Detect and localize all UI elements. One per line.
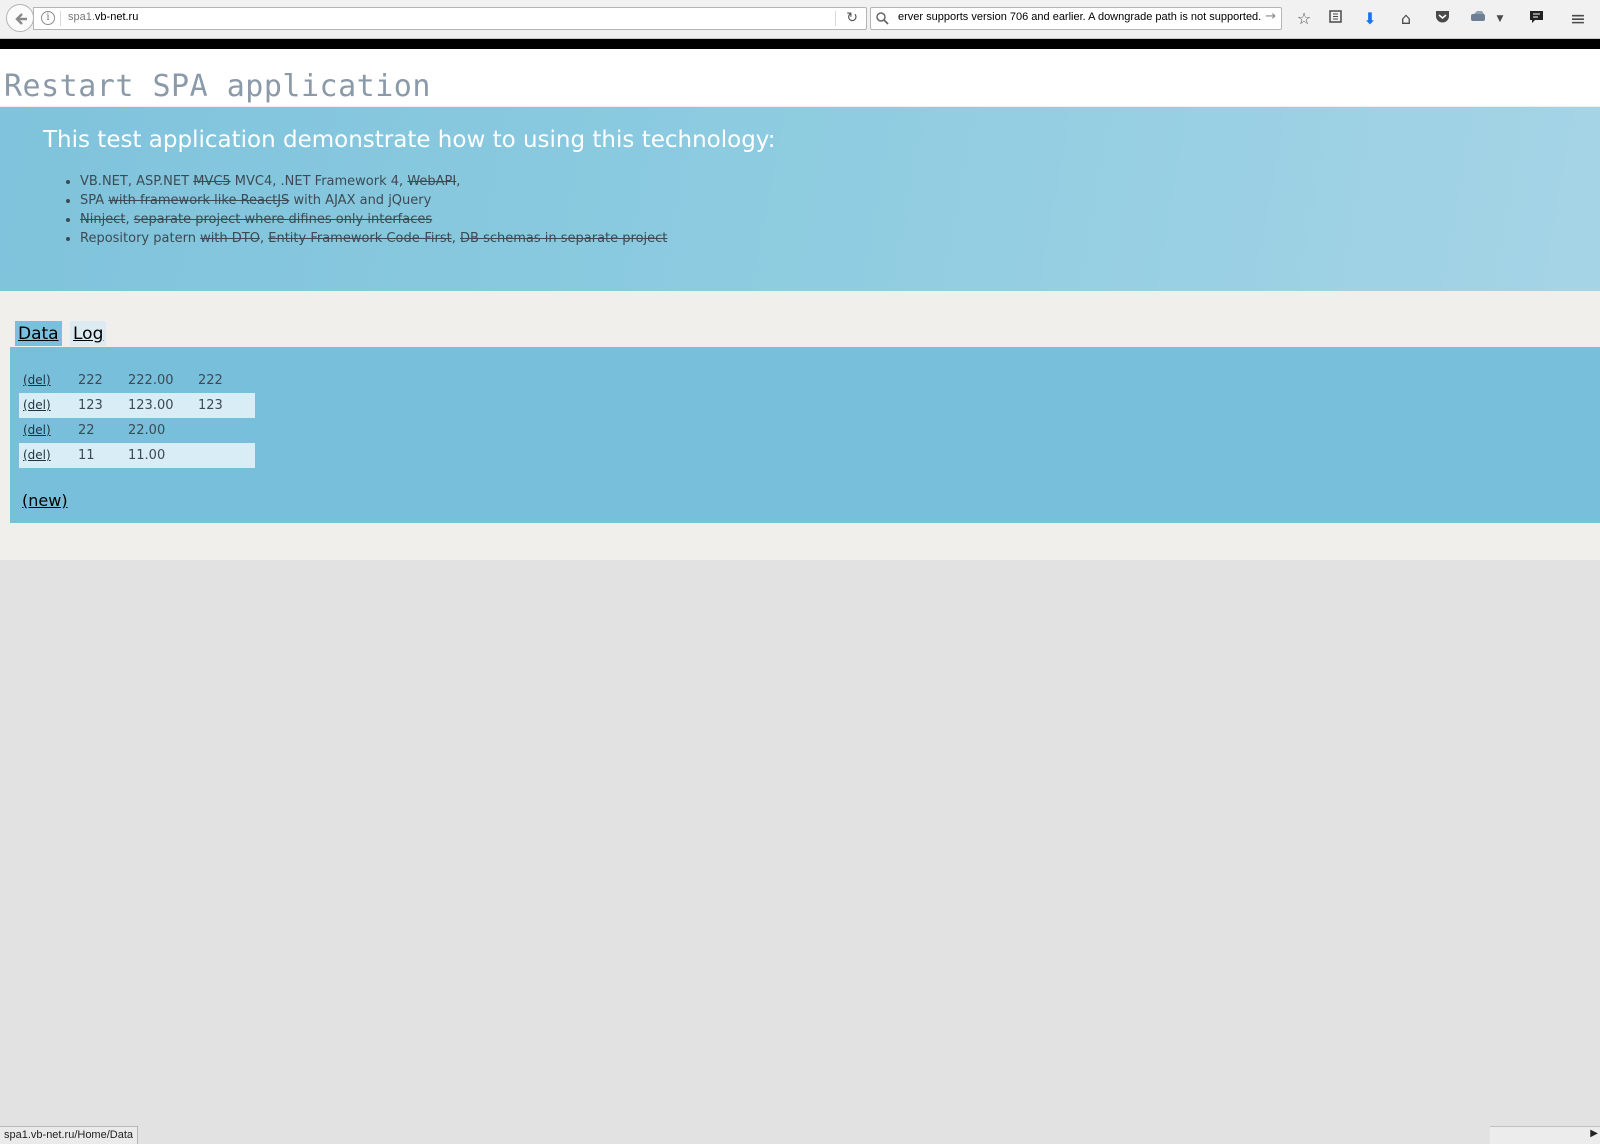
info-icon[interactable]: i <box>41 11 55 25</box>
table-cell: 222.00 <box>128 373 174 388</box>
struck-text: separate project where difines only inte… <box>133 212 433 227</box>
search-input[interactable]: erver supports version 706 and earlier. … <box>898 11 1261 23</box>
scroll-right-icon[interactable]: ▶ <box>1590 1128 1598 1139</box>
url-domain: vb-net.ru <box>94 11 139 23</box>
search-icon <box>876 12 889 25</box>
home-icon[interactable]: ⌂ <box>1396 9 1416 29</box>
table-cell <box>194 418 255 443</box>
delete-cell: (del) <box>19 418 74 443</box>
delete-cell: (del) <box>19 393 74 418</box>
horizontal-scrollbar[interactable]: ▶ <box>1490 1126 1600 1144</box>
struck-text: Ninject <box>80 212 126 227</box>
struck-text: with DTO <box>200 231 260 246</box>
struck-text: Entity Framework Code-First <box>268 231 452 246</box>
back-button[interactable] <box>6 4 34 32</box>
status-bar-url: spa1.vb-net.ru/Home/Data <box>0 1126 139 1144</box>
title-area: Restart SPA application <box>0 49 1600 106</box>
bookmark-star-icon[interactable]: ☆ <box>1294 9 1314 29</box>
table-cell: 22 <box>78 423 95 438</box>
delete-cell: (del) <box>19 443 74 468</box>
reload-icon[interactable]: ↻ <box>846 11 858 26</box>
page-content: Restart SPA application This test applic… <box>0 49 1600 560</box>
table-cell: 22.00 <box>128 423 166 438</box>
table-cell <box>194 443 255 468</box>
hamburger-menu-icon[interactable]: ≡ <box>1568 9 1588 29</box>
search-go-icon[interactable]: → <box>1265 9 1276 24</box>
technology-list: VB.NET, ASP.NET MVC5 MVC4, .NET Framewor… <box>62 172 667 248</box>
item-text: , <box>259 231 269 246</box>
item-text: , <box>456 174 461 189</box>
delete-link[interactable]: (del) <box>23 448 51 462</box>
page-top-bar <box>0 39 1600 49</box>
reading-list-icon[interactable] <box>1325 9 1345 29</box>
delete-link[interactable]: (del) <box>23 373 51 387</box>
table-cell: 222 <box>198 373 223 388</box>
item-text: VB.NET, ASP.NET <box>80 174 194 189</box>
hero-banner: This test application demonstrate how to… <box>0 107 1600 291</box>
delete-link[interactable]: (del) <box>23 398 51 412</box>
technology-item: Ninject, separate project where difines … <box>80 210 667 229</box>
item-text: SPA <box>80 193 109 208</box>
download-icon[interactable]: ⬇ <box>1360 9 1380 29</box>
menu-dropdown-icon[interactable]: ▼ <box>1490 9 1510 29</box>
table-cell: 123.00 <box>124 393 194 418</box>
table-cell: 123 <box>74 393 124 418</box>
table-cell: 222 <box>78 373 103 388</box>
table-row: (del) 222 222.00 222 <box>19 368 255 393</box>
item-text: Repository patern <box>80 231 201 246</box>
struck-text: WebAPI <box>407 174 457 189</box>
url-text[interactable]: spa1.vb-net.ru <box>68 11 138 23</box>
data-panel: (del) 222 222.00 222 (del) 123 123.00 123 (del) 2… <box>10 347 1600 523</box>
sync-addon-icon[interactable] <box>1468 9 1488 29</box>
table-row: (del) 22 22.00 <box>19 418 255 443</box>
tab-log[interactable]: Log <box>70 321 107 346</box>
technology-item: SPA with framework like ReactJS with AJA… <box>80 191 667 210</box>
table-cell: 11.00 <box>124 443 194 468</box>
back-arrow-icon <box>15 13 27 25</box>
item-text: , <box>451 231 461 246</box>
delete-link[interactable]: (del) <box>23 423 51 437</box>
browser-toolbar: i spa1.vb-net.ru ↻ erver supports versio… <box>0 0 1600 39</box>
table-cell: 11 <box>74 443 124 468</box>
table-row: (del) 123 123.00 123 <box>19 393 255 418</box>
technology-item: VB.NET, ASP.NET MVC5 MVC4, .NET Framewor… <box>80 172 667 191</box>
struck-text: MVC5 <box>193 174 231 189</box>
item-text: with AJAX and jQuery <box>289 193 432 208</box>
pocket-icon[interactable] <box>1432 9 1452 29</box>
url-host: spa1. <box>68 11 95 23</box>
new-record-link[interactable]: (new) <box>22 491 68 510</box>
tab-data[interactable]: Data <box>15 321 62 346</box>
reload-separator <box>835 11 836 26</box>
page-title: Restart SPA application <box>4 69 431 104</box>
item-text: MVC4, .NET Framework 4, <box>230 174 408 189</box>
technology-item: Repository patern with DTO, Entity Frame… <box>80 229 667 248</box>
struck-text: with framework like ReactJS <box>108 193 290 208</box>
table-row: (del) 11 11.00 <box>19 443 255 468</box>
item-text: , <box>125 212 134 227</box>
delete-cell: (del) <box>19 368 74 393</box>
feedback-icon[interactable] <box>1526 9 1546 29</box>
table-cell: 123 <box>194 393 255 418</box>
url-separator <box>60 11 61 26</box>
hero-heading: This test application demonstrate how to… <box>43 127 776 153</box>
address-bar[interactable]: i spa1.vb-net.ru ↻ <box>33 7 867 30</box>
struck-text: DB schemas in separate project <box>460 231 668 246</box>
search-bar[interactable]: erver supports version 706 and earlier. … <box>870 7 1282 30</box>
data-table: (del) 222 222.00 222 (del) 123 123.00 123 (del) 2… <box>19 368 255 468</box>
